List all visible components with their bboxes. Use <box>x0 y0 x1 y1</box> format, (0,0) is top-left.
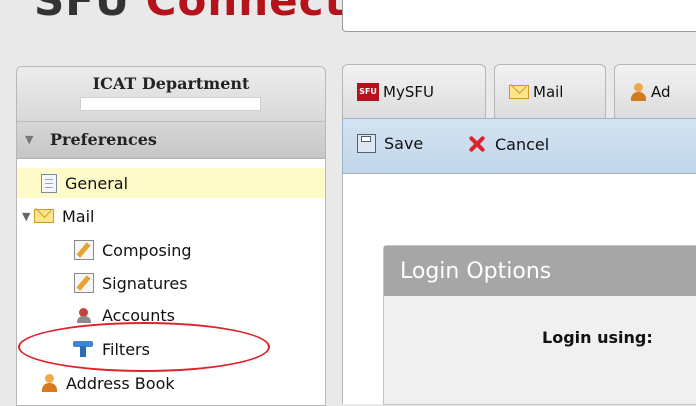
department-header: ICAT Department <box>17 67 325 122</box>
expand-arrow-icon[interactable]: ▼ <box>22 210 34 223</box>
tab-label: Mail <box>533 82 564 101</box>
sfu-icon: SFU <box>357 82 379 101</box>
tab-label: MySFU <box>383 82 434 101</box>
tree-item-mail[interactable]: ▼ Mail <box>22 201 95 231</box>
logo-sfu-text: SFU <box>34 0 131 25</box>
tree-item-label: Mail <box>62 206 95 226</box>
accounts-icon <box>76 306 94 324</box>
compose-icon <box>74 240 94 260</box>
collapse-arrow-icon[interactable]: ▼ <box>25 133 33 146</box>
address-book-icon <box>629 82 647 101</box>
tree-item-accounts[interactable]: Accounts <box>76 300 175 330</box>
login-using-label: Login using: <box>542 328 653 347</box>
sfu-connect-logo: SFU Connect <box>34 0 346 22</box>
mail-icon <box>34 209 54 223</box>
toolbar: Save Cancel <box>342 118 696 174</box>
department-title: ICAT Department <box>92 74 250 93</box>
tree-item-address-book[interactable]: Address Book <box>40 368 175 398</box>
tree-item-composing[interactable]: Composing <box>74 235 192 265</box>
tree-item-label: Accounts <box>102 305 175 325</box>
tree-item-label: Address Book <box>66 373 175 393</box>
tree-item-label: General <box>65 173 129 193</box>
cancel-icon <box>467 134 487 154</box>
department-status-bar <box>80 97 261 111</box>
document-icon <box>41 173 57 193</box>
tree-item-label: Filters <box>102 339 150 359</box>
login-options-panel: Login Options Login using: <box>383 245 696 405</box>
app-tabs: SFU MySFU Mail Ad <box>342 64 696 118</box>
preferences-header[interactable]: ▼ Preferences <box>17 122 325 159</box>
save-label: Save <box>384 134 424 153</box>
tree-item-signatures[interactable]: Signatures <box>74 268 188 298</box>
tree-item-label: Composing <box>102 240 192 260</box>
mail-icon <box>509 84 529 99</box>
login-options-title: Login Options <box>384 246 696 296</box>
filter-icon <box>72 340 94 358</box>
tab-mail[interactable]: Mail <box>494 64 606 118</box>
cancel-button[interactable]: Cancel <box>467 134 549 154</box>
tree-item-label: Signatures <box>102 273 188 293</box>
tree-item-filters[interactable]: Filters <box>72 334 150 364</box>
preferences-title: Preferences <box>50 130 157 149</box>
signature-icon <box>74 273 94 293</box>
save-button[interactable]: Save <box>357 134 423 153</box>
save-icon <box>357 134 376 153</box>
address-book-icon <box>40 374 58 392</box>
tab-address-book[interactable]: Ad <box>614 64 696 118</box>
tree-item-general[interactable]: General <box>17 168 325 198</box>
logo-connect-text: Connect <box>145 0 346 25</box>
cancel-label: Cancel <box>495 134 550 154</box>
tab-mysfu[interactable]: SFU MySFU <box>342 64 486 118</box>
tab-label: Ad <box>651 82 671 101</box>
search-input[interactable] <box>342 0 696 32</box>
